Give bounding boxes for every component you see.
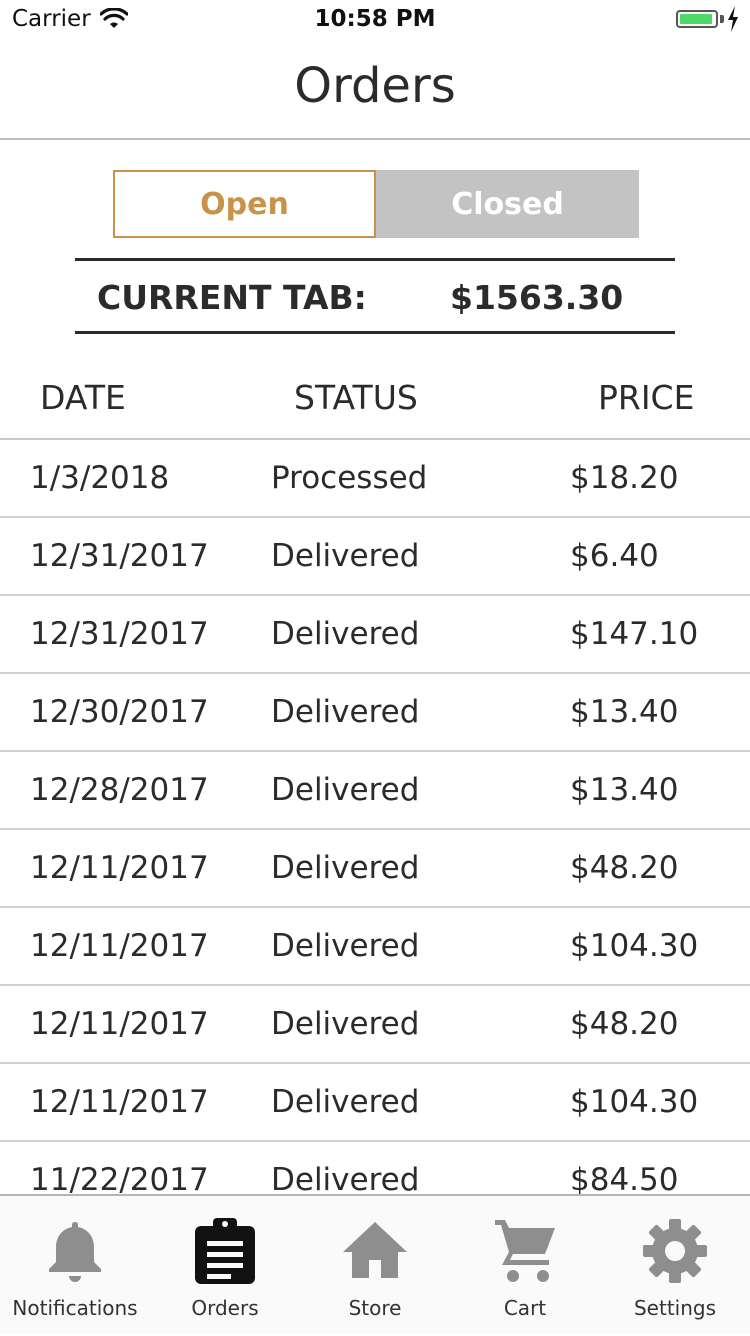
order-row[interactable]: 12/11/2017 Delivered $48.20 — [0, 986, 750, 1064]
order-status: Delivered — [271, 928, 420, 964]
order-row[interactable]: 1/3/2018 Processed $18.20 — [0, 440, 750, 518]
order-price: $18.20 — [570, 460, 679, 496]
order-price: $147.10 — [570, 616, 699, 652]
order-price: $84.50 — [570, 1162, 679, 1195]
order-price: $6.40 — [570, 538, 659, 574]
battery-fill — [680, 14, 713, 24]
order-price: $104.30 — [570, 1084, 699, 1120]
order-date: 12/28/2017 — [30, 772, 209, 808]
tab-cart[interactable]: Cart — [450, 1196, 600, 1336]
current-tab-amount: $1563.30 — [450, 278, 624, 317]
current-tab-top-rule — [75, 258, 675, 261]
orders-list[interactable]: 1/3/2018 Processed $18.20 12/31/2017 Del… — [0, 440, 750, 1195]
tab-orders[interactable]: Orders — [150, 1196, 300, 1336]
battery-nub — [720, 15, 724, 23]
order-date: 1/3/2018 — [30, 460, 170, 496]
page-title: Orders — [294, 58, 456, 114]
clipboard-icon — [195, 1218, 255, 1284]
order-status: Delivered — [271, 1162, 420, 1195]
tab-label: Store — [348, 1296, 402, 1320]
tab-label: Notifications — [12, 1296, 138, 1320]
current-tab-label: CURRENT TAB: — [97, 278, 367, 317]
order-status: Delivered — [271, 1084, 420, 1120]
order-date: 12/11/2017 — [30, 1084, 209, 1120]
order-price: $48.20 — [570, 850, 679, 886]
order-status: Delivered — [271, 772, 420, 808]
order-status: Delivered — [271, 616, 420, 652]
order-price: $13.40 — [570, 694, 679, 730]
order-date: 12/11/2017 — [30, 1006, 209, 1042]
order-row[interactable]: 12/31/2017 Delivered $147.10 — [0, 596, 750, 674]
order-status: Delivered — [271, 538, 420, 574]
order-date: 12/11/2017 — [30, 928, 209, 964]
column-header-date: DATE — [40, 378, 126, 417]
charging-icon — [728, 6, 738, 32]
order-row[interactable]: 12/28/2017 Delivered $13.40 — [0, 752, 750, 830]
order-status: Processed — [271, 460, 428, 496]
gear-icon — [643, 1219, 707, 1283]
order-row[interactable]: 12/31/2017 Delivered $6.40 — [0, 518, 750, 596]
order-row[interactable]: 11/22/2017 Delivered $84.50 — [0, 1142, 750, 1195]
order-date: 12/11/2017 — [30, 850, 209, 886]
order-row[interactable]: 12/11/2017 Delivered $104.30 — [0, 908, 750, 986]
status-bar: Carrier 10:58 PM — [0, 0, 750, 40]
order-date: 12/30/2017 — [30, 694, 209, 730]
order-date: 12/31/2017 — [30, 616, 209, 652]
tab-notifications[interactable]: Notifications — [0, 1196, 150, 1336]
order-price: $104.30 — [570, 928, 699, 964]
tab-label: Cart — [503, 1296, 547, 1320]
tab-label: Settings — [633, 1296, 717, 1320]
segment-open[interactable]: Open — [113, 170, 376, 238]
order-row[interactable]: 12/11/2017 Delivered $48.20 — [0, 830, 750, 908]
tab-store[interactable]: Store — [300, 1196, 450, 1336]
bell-icon — [49, 1222, 101, 1282]
order-row[interactable]: 12/11/2017 Delivered $104.30 — [0, 1064, 750, 1142]
order-date: 11/22/2017 — [30, 1162, 209, 1195]
order-status: Delivered — [271, 694, 420, 730]
tab-label: Orders — [191, 1296, 259, 1320]
tab-bar: Notifications Orders Store Cart Settings — [0, 1194, 750, 1334]
column-header-status: STATUS — [294, 378, 418, 417]
clock: 10:58 PM — [314, 6, 436, 32]
tab-settings[interactable]: Settings — [600, 1196, 750, 1336]
cart-icon — [495, 1220, 555, 1282]
order-status: Delivered — [271, 1006, 420, 1042]
order-price: $13.40 — [570, 772, 679, 808]
segment-closed[interactable]: Closed — [376, 170, 639, 238]
current-tab-bottom-rule — [75, 331, 675, 334]
order-price: $48.20 — [570, 1006, 679, 1042]
order-date: 12/31/2017 — [30, 538, 209, 574]
home-icon — [343, 1222, 407, 1278]
header-divider — [0, 138, 750, 140]
order-status: Delivered — [271, 850, 420, 886]
battery-icon — [676, 10, 718, 28]
order-row[interactable]: 12/30/2017 Delivered $13.40 — [0, 674, 750, 752]
column-header-price: PRICE — [598, 378, 695, 417]
